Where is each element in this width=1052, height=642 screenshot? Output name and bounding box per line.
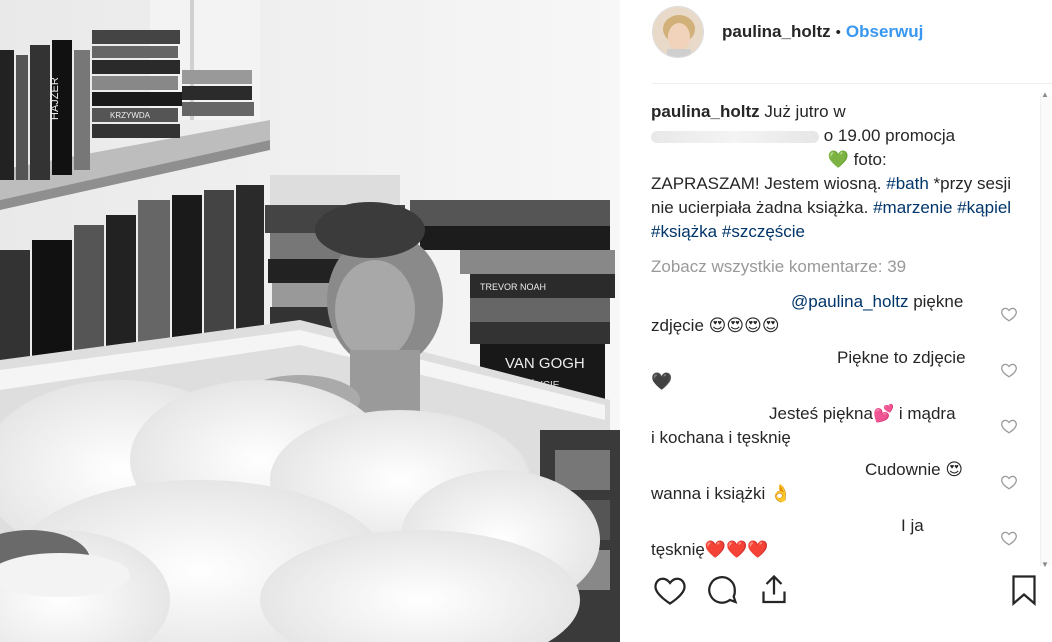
- caption-text-1: Już jutro w: [764, 102, 846, 121]
- caption-text-3: foto:: [853, 150, 887, 169]
- share-icon[interactable]: [756, 572, 792, 608]
- like-comment-heart-icon[interactable]: [1000, 473, 1018, 491]
- post-photo[interactable]: HAJZER KRZYWDA VAN GOGH TREVOR NOAH: [0, 0, 620, 642]
- bath-photo-illustration: HAJZER KRZYWDA VAN GOGH TREVOR NOAH: [0, 0, 620, 642]
- bookmark-icon[interactable]: [1006, 572, 1042, 608]
- post-header: paulina_holtz • Obserwuj: [652, 6, 1052, 58]
- comments-scrollbar[interactable]: [1040, 96, 1051, 566]
- comment-text: Jesteś piękna: [769, 404, 873, 423]
- panel-bottom-edge: [620, 632, 1052, 642]
- like-comment-heart-icon[interactable]: [1000, 529, 1018, 547]
- follow-button[interactable]: Obserwuj: [846, 22, 923, 42]
- comment-text: tęsknię: [651, 540, 705, 559]
- comment-item: I ja tęsknię❤️❤️❤️: [651, 514, 991, 562]
- scroll-up-arrow-icon[interactable]: ▲: [1041, 90, 1049, 99]
- comment-icon[interactable]: [704, 572, 740, 608]
- comment-emoji: 🖤: [651, 372, 673, 391]
- svg-text:KRZYWDA: KRZYWDA: [110, 111, 151, 120]
- like-comment-heart-icon[interactable]: [1000, 305, 1018, 323]
- hashtag-szczescie[interactable]: #szczęście: [722, 222, 805, 241]
- comment-text: Piękne to zdjęcie: [837, 348, 966, 367]
- caption-text-4: ZAPRASZAM! Jestem wiosną.: [651, 174, 882, 193]
- comment-mention[interactable]: @paulina_holtz: [791, 292, 908, 311]
- comment-text: wanna i książki: [651, 484, 766, 503]
- like-comment-heart-icon[interactable]: [1000, 361, 1018, 379]
- comment-emoji: 😍😍😍😍: [708, 316, 780, 335]
- comment-text: I ja: [901, 516, 924, 535]
- header-separator: •: [835, 23, 841, 41]
- comment-emoji: 😍: [945, 460, 964, 479]
- post-author-username[interactable]: paulina_holtz: [722, 22, 831, 42]
- hashtag-bath[interactable]: #bath: [886, 174, 929, 193]
- green-heart-emoji: 💚: [827, 150, 849, 169]
- hashtag-marzenie[interactable]: #marzenie: [873, 198, 952, 217]
- view-all-comments-link[interactable]: Zobacz wszystkie komentarze: 39: [651, 257, 906, 277]
- comment-item: @paulina_holtz piękne zdjęcie 😍😍😍😍: [651, 290, 991, 338]
- comment-text: i mądra: [898, 404, 956, 423]
- scroll-down-arrow-icon[interactable]: ▼: [1041, 560, 1049, 569]
- heart-icon[interactable]: [652, 572, 688, 608]
- svg-text:VAN GOGH: VAN GOGH: [505, 355, 585, 372]
- comment-item: Jesteś piękna💕 i mądra i kochana i tęskn…: [651, 402, 991, 450]
- like-comment-heart-icon[interactable]: [1000, 417, 1018, 435]
- comment-text: i kochana i tęsknię: [651, 428, 791, 447]
- post-side-panel: paulina_holtz • Obserwuj ▲ ▼ paulina_hol…: [620, 0, 1052, 642]
- book-spine-hajzer: HAJZER: [49, 77, 61, 120]
- caption-redacted: [651, 130, 819, 143]
- avatar[interactable]: [652, 6, 704, 58]
- caption-text-2: o 19.00 promocja: [823, 126, 956, 145]
- hashtag-ksiazka[interactable]: #książka: [651, 222, 717, 241]
- comment-item: Piękne to zdjęcie 🖤: [651, 346, 991, 394]
- comment-emoji: 💕: [872, 404, 895, 423]
- hashtag-kapiel[interactable]: #kąpiel: [957, 198, 1011, 217]
- comment-text: Cudownie: [865, 460, 941, 479]
- comment-item: Cudownie 😍 wanna i książki 👌: [651, 458, 991, 506]
- post-action-bar: [652, 572, 1042, 616]
- svg-text:TREVOR NOAH: TREVOR NOAH: [480, 282, 546, 292]
- comment-emoji: ❤️❤️❤️: [704, 540, 769, 559]
- caption-username[interactable]: paulina_holtz: [651, 102, 760, 121]
- header-divider: [652, 83, 1052, 84]
- comment-text: piękne: [913, 292, 964, 311]
- comment-text: zdjęcie: [651, 316, 704, 335]
- post-caption: paulina_holtz Już jutro w o 19.00 promoc…: [651, 100, 1021, 244]
- comment-emoji: 👌: [770, 484, 792, 503]
